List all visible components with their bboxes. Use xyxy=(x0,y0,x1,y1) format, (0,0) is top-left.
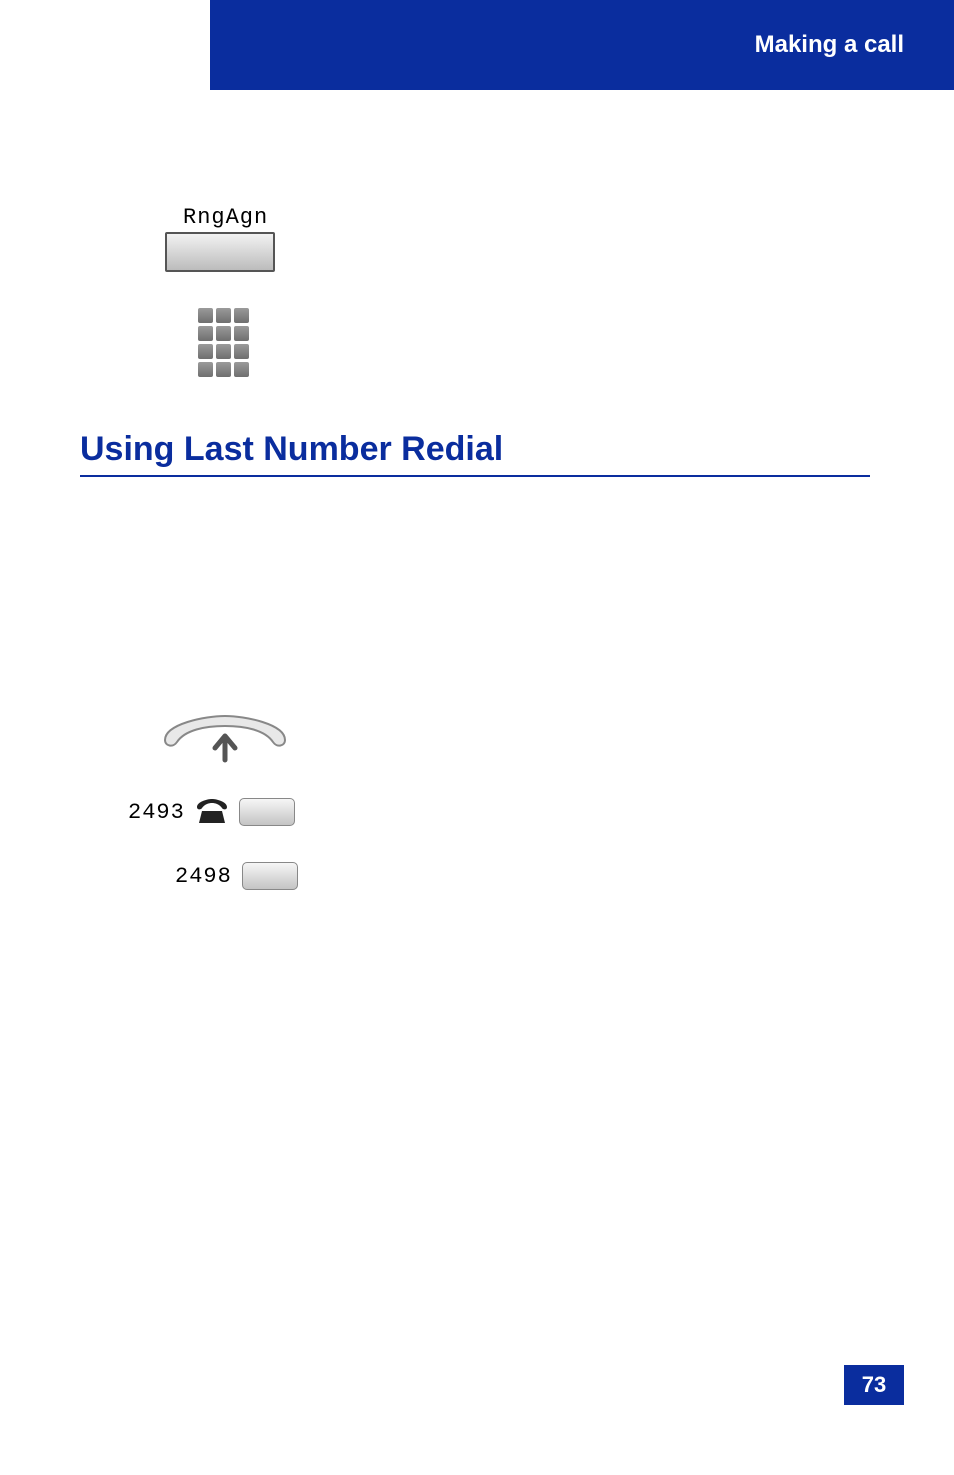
softkey-label: RngAgn xyxy=(183,205,268,230)
page-number: 73 xyxy=(862,1372,886,1398)
section-heading: Using Last Number Redial xyxy=(80,430,870,477)
extension-label-1: 2493 xyxy=(128,800,185,825)
page-number-box: 73 xyxy=(844,1365,904,1405)
dialpad-icon xyxy=(198,308,249,377)
page-header-title: Making a call xyxy=(755,31,904,59)
section-heading-text: Using Last Number Redial xyxy=(80,430,503,468)
line-key-2 xyxy=(242,862,298,890)
lift-handset-icon xyxy=(155,712,295,767)
softkey-button xyxy=(165,232,275,272)
phone-icon xyxy=(195,799,229,825)
line-key-1 xyxy=(239,798,295,826)
line-key-row-1: 2493 xyxy=(128,798,295,826)
extension-label-2: 2498 xyxy=(175,864,232,889)
manual-page: Making a call RngAgn Using Last Number R… xyxy=(0,0,954,1475)
page-header-bar: Making a call xyxy=(210,0,954,90)
line-key-row-2: 2498 xyxy=(175,862,298,890)
